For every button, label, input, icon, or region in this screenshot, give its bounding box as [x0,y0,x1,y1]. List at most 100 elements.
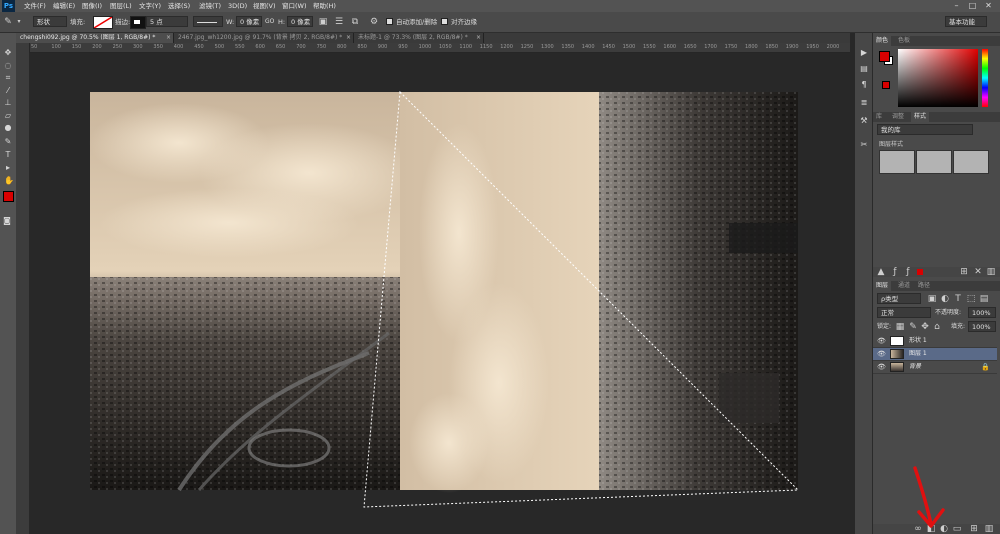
hand-tool-icon[interactable]: ✋ [4,177,14,185]
menu-image[interactable]: 图像(I) [82,0,102,12]
menu-help[interactable]: 帮助(H) [313,0,336,12]
workspace-select[interactable]: 基本功能 [945,16,987,27]
auto-add-delete-checkbox[interactable] [386,18,393,25]
quick-mask-icon[interactable]: ◙ [3,217,11,225]
tab-untitled-1[interactable]: 未标题-1 @ 73.3% (图层 2, RGB/8#) * × [354,33,484,43]
eye-icon[interactable]: 👁 [877,337,886,345]
lock-transparent-icon[interactable]: ▦ [895,322,905,332]
path-arrange-icon[interactable]: ⧉ [350,17,360,27]
stamp-tool-icon[interactable]: ⊥ [4,99,12,107]
height-input[interactable]: 0 像素 [287,16,313,27]
lock-position-icon[interactable]: ✥ [920,322,930,332]
clone-source-icon[interactable]: ✂ [860,141,868,149]
layer-row-layer1[interactable]: 👁 图层 1 [873,348,997,361]
blend-mode-select[interactable]: 正常 [877,307,931,318]
foreground-color-swatch[interactable] [3,191,14,202]
style-swatch[interactable] [953,150,989,174]
actions-icon[interactable]: ≣ [860,99,868,107]
library-select[interactable]: 我的库 [877,124,973,135]
menu-type[interactable]: 文字(Y) [139,0,161,12]
fill-input[interactable]: 100% [968,321,996,332]
tab-styles[interactable]: 样式 [911,112,930,122]
stroke-width-input[interactable]: 5 点 [146,16,188,27]
panel-foreground-swatch[interactable] [879,51,890,62]
eyedropper-tool-icon[interactable]: ⁄ [4,87,12,95]
tab-swatches[interactable]: 色板 [895,36,913,46]
brush-presets-icon[interactable]: ▤ [860,65,868,73]
close-tab-icon[interactable]: × [476,33,481,43]
filter-shape-icon[interactable]: ⬚ [966,294,976,304]
new-item-icon[interactable]: ⊞ [959,267,969,277]
crop-tool-icon[interactable]: ⌗ [4,74,12,82]
tab-color[interactable]: 颜色 [873,36,892,46]
menu-filter[interactable]: 滤镜(T) [199,0,221,12]
width-input[interactable]: 0 像素 [236,16,262,27]
layer-kind-filter[interactable]: ρ类型 [877,293,921,304]
tab-paths[interactable]: 路径 [915,281,933,291]
new-style-icon[interactable]: ▲ [876,267,886,277]
menu-edit[interactable]: 编辑(E) [53,0,75,12]
path-operations-icon[interactable]: ▣ [318,17,328,27]
menu-layer[interactable]: 图层(L) [110,0,132,12]
tool-presets-icon[interactable]: ⚒ [860,117,868,125]
tab-chengshi092[interactable]: chengshi092.jpg @ 70.5% (图层 1, RGB/8#) *… [16,33,174,43]
path-alignment-icon[interactable]: ☰ [334,17,344,27]
stroke-swatch[interactable] [130,16,146,29]
menu-3d[interactable]: 3D(D) [228,0,247,12]
close-tab-icon[interactable]: × [346,33,351,43]
gear-icon[interactable]: ⚙ [369,17,379,27]
tab-library[interactable]: 库 [873,112,885,122]
eraser-tool-icon[interactable]: ▱ [4,112,12,120]
eye-icon[interactable]: 👁 [877,350,886,358]
document-image[interactable] [29,53,850,534]
tool-mode-select[interactable]: 形状 [33,16,67,27]
chevron-down-icon[interactable]: ▾ [14,17,24,27]
out-of-gamut-swatch[interactable] [882,81,890,89]
trash-icon[interactable]: ▥ [984,524,994,534]
fx-icon[interactable]: ƒ [890,267,900,277]
vertical-ruler[interactable] [16,43,30,534]
style-swatch[interactable] [879,150,915,174]
blur-tool-icon[interactable]: ● [4,124,12,132]
filter-adjustment-icon[interactable]: ◐ [940,294,950,304]
fill-swatch[interactable] [93,16,113,29]
filter-pixel-icon[interactable]: ▣ [927,294,937,304]
tab-channels[interactable]: 通道 [895,281,913,291]
fx-icon[interactable]: ƒ [903,267,913,277]
filter-smart-object-icon[interactable]: ▤ [979,294,989,304]
tab-2467[interactable]: 2467.jpg_wh1200.jpg @ 91.7% (背景 拷贝 2, RG… [174,33,354,43]
character-icon[interactable]: ¶ [860,81,868,89]
color-chip[interactable] [917,269,923,275]
layer-row-shape[interactable]: 👁 形状 1 [873,335,997,348]
hue-slider[interactable] [982,49,988,107]
link-dimensions-icon[interactable]: GO [265,16,274,28]
tab-layers[interactable]: 图层 [873,281,892,291]
pen-tool-preset-icon[interactable]: ✎ [3,17,13,27]
filter-type-icon[interactable]: T [953,294,963,304]
canvas-area[interactable] [29,53,850,534]
lock-pixels-icon[interactable]: ✎ [908,322,918,332]
lasso-tool-icon[interactable]: ◌ [4,62,12,70]
tab-adjustments[interactable]: 调整 [889,112,907,122]
horizontal-ruler[interactable]: 50 100 150 200 250 300 350 400 450 500 550 600 650 70… [29,43,850,53]
history-icon[interactable]: ▶ [860,49,868,57]
color-spectrum-field[interactable] [898,49,978,107]
layer-row-background[interactable]: 👁 背景 🔒 [873,361,997,374]
pen-tool-icon[interactable]: ✎ [4,138,12,146]
trash-icon[interactable]: ▥ [986,267,996,277]
opacity-input[interactable]: 100% [968,307,996,318]
trash-icon[interactable]: ✕ [973,267,983,277]
lock-all-icon[interactable]: ⌂ [932,322,942,332]
eye-icon[interactable]: 👁 [877,363,886,371]
align-edges-checkbox[interactable] [441,18,448,25]
menu-window[interactable]: 窗口(W) [282,0,307,12]
style-swatch[interactable] [916,150,952,174]
menu-file[interactable]: 文件(F) [24,0,46,12]
close-window-button[interactable]: ✕ [983,1,994,10]
stroke-type-select[interactable] [193,16,223,27]
path-select-tool-icon[interactable]: ▸ [4,164,12,172]
menu-select[interactable]: 选择(S) [168,0,190,12]
menu-view[interactable]: 视图(V) [253,0,276,12]
new-layer-icon[interactable]: ⊞ [969,524,979,534]
move-tool-icon[interactable]: ✥ [4,49,12,57]
